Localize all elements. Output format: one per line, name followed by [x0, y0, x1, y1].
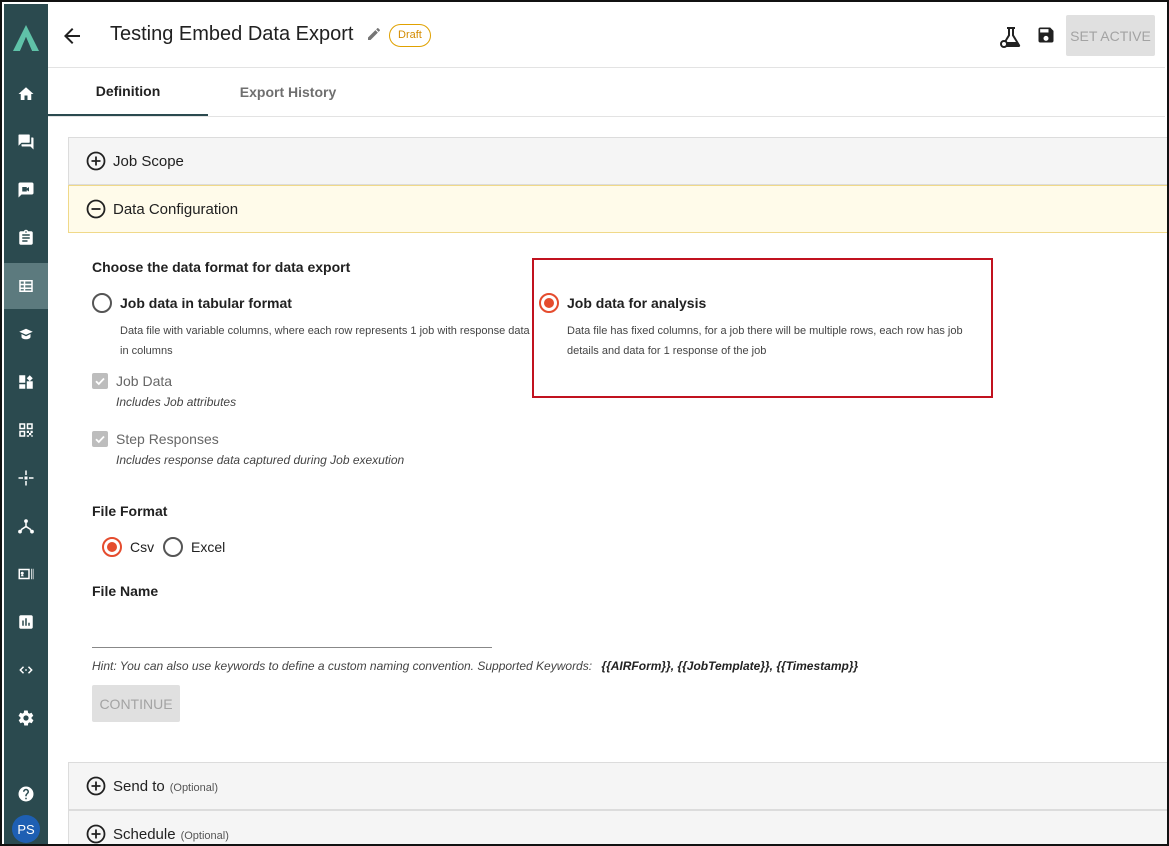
job-data-label: Job Data: [116, 373, 173, 389]
set-active-button[interactable]: SET ACTIVE: [1066, 15, 1155, 56]
network-icon[interactable]: [14, 466, 38, 490]
schedule-panel[interactable]: Schedule (Optional): [68, 810, 1167, 844]
hint-text: Hint: You can also use keywords to defin…: [92, 659, 593, 673]
file-name-heading: File Name: [92, 583, 159, 599]
hierarchy-icon[interactable]: [14, 514, 38, 538]
analysis-format-description-line2: details and data for 1 response of the j…: [567, 345, 767, 357]
tabular-format-radio[interactable]: [92, 293, 112, 313]
clipboard-icon[interactable]: [14, 226, 38, 250]
data-export-icon[interactable]: [14, 274, 38, 298]
tabular-format-description-line2: in columns: [120, 345, 173, 357]
video-icon[interactable]: [14, 178, 38, 202]
user-avatar[interactable]: PS: [12, 815, 40, 843]
expand-plus-icon[interactable]: [86, 776, 106, 796]
app-frame: PS Testing Embed Data Export Draft SET A…: [0, 0, 1169, 846]
analysis-format-radio[interactable]: [539, 293, 559, 313]
sidebar: PS: [4, 4, 48, 844]
analysis-format-label: Job data for analysis: [567, 295, 707, 311]
checkmark-icon: [95, 377, 105, 386]
continue-button[interactable]: CONTINUE: [92, 685, 180, 722]
data-format-heading: Choose the data format for data export: [92, 259, 351, 275]
tabular-format-label: Job data in tabular format: [120, 295, 292, 311]
page-header: Testing Embed Data Export Draft SET ACTI…: [48, 4, 1165, 68]
step-responses-label: Step Responses: [116, 431, 219, 447]
test-flask-icon[interactable]: [998, 24, 1024, 50]
schedule-label: Schedule (Optional): [113, 826, 229, 843]
report-icon[interactable]: [14, 610, 38, 634]
send-to-label: Send to (Optional): [113, 778, 218, 795]
tab-export-history[interactable]: Export History: [208, 68, 368, 116]
learn-icon[interactable]: [14, 322, 38, 346]
analysis-format-description-line1: Data file has fixed columns, for a job t…: [567, 325, 963, 337]
file-name-hint: Hint: You can also use keywords to defin…: [92, 659, 858, 673]
status-badge: Draft: [389, 24, 431, 47]
tab-definition[interactable]: Definition: [48, 68, 208, 116]
job-data-checkbox[interactable]: [92, 373, 108, 389]
dashboard-icon[interactable]: [14, 370, 38, 394]
code-icon[interactable]: [14, 658, 38, 682]
csv-radio[interactable]: [102, 537, 122, 557]
file-name-underline: [92, 647, 492, 648]
checkmark-icon: [95, 435, 105, 444]
job-scope-label: Job Scope: [113, 152, 184, 170]
excel-label: Excel: [191, 539, 226, 555]
send-to-panel[interactable]: Send to (Optional): [68, 762, 1167, 810]
file-name-input[interactable]: [92, 622, 492, 646]
save-icon[interactable]: [1036, 25, 1056, 45]
schedule-title: Schedule: [113, 825, 176, 843]
back-arrow-icon[interactable]: [60, 24, 84, 48]
expand-plus-icon[interactable]: [86, 151, 106, 171]
app-logo[interactable]: [10, 22, 42, 54]
edit-pencil-icon[interactable]: [366, 26, 382, 42]
send-to-title: Send to: [113, 777, 165, 795]
settings-icon[interactable]: [14, 706, 38, 730]
hint-keywords: {{AIRForm}}, {{JobTemplate}}, {{Timestam…: [601, 659, 859, 673]
home-icon[interactable]: [14, 82, 38, 106]
schedule-optional: (Optional): [180, 829, 229, 842]
csv-label: Csv: [130, 539, 155, 555]
data-configuration-panel[interactable]: Data Configuration: [68, 185, 1167, 233]
send-to-optional: (Optional): [169, 781, 219, 794]
excel-radio[interactable]: [163, 537, 183, 557]
tab-bar: Definition Export History: [48, 68, 1165, 117]
page-title: Testing Embed Data Export: [110, 23, 354, 45]
step-responses-sublabel: Includes response data captured during J…: [116, 453, 405, 467]
job-scope-panel[interactable]: Job Scope: [68, 137, 1167, 185]
help-icon[interactable]: [14, 782, 38, 806]
job-data-sublabel: Includes Job attributes: [116, 395, 237, 409]
step-responses-checkbox[interactable]: [92, 431, 108, 447]
chat-icon[interactable]: [14, 130, 38, 154]
expand-plus-icon[interactable]: [86, 824, 106, 844]
file-format-heading: File Format: [92, 503, 168, 519]
collapse-minus-icon[interactable]: [86, 199, 106, 219]
data-configuration-label: Data Configuration: [113, 200, 239, 218]
tabular-format-description-line1: Data file with variable columns, where e…: [120, 325, 530, 337]
qr-code-icon[interactable]: [14, 418, 38, 442]
id-card-icon[interactable]: [14, 562, 38, 586]
